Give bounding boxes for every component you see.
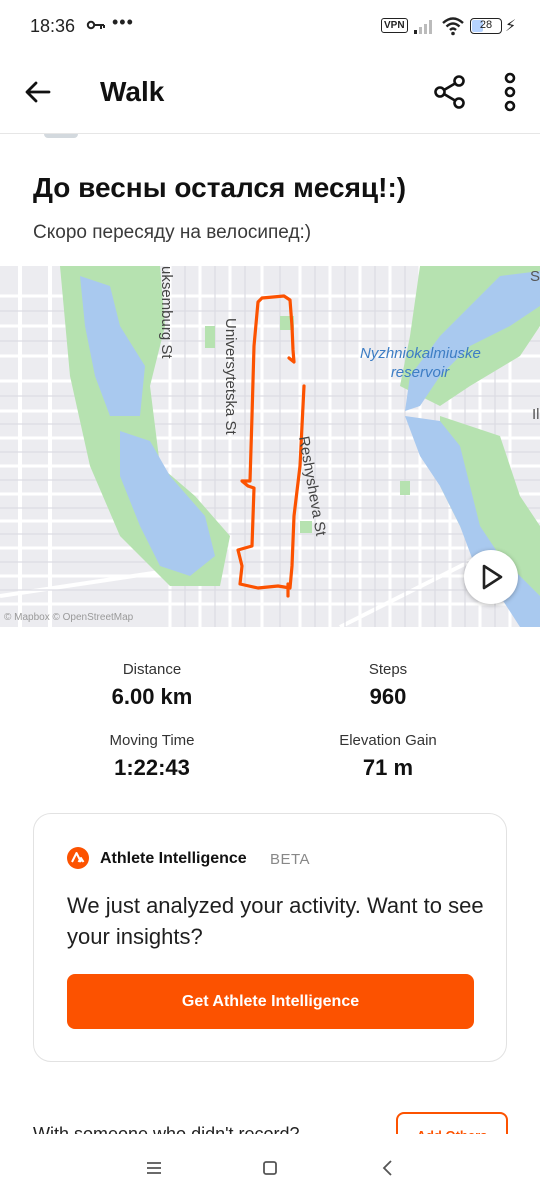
wifi-icon	[442, 17, 464, 36]
map-attribution[interactable]: © Mapbox © OpenStreetMap	[4, 612, 133, 623]
home-square-icon[interactable]	[260, 1158, 280, 1178]
back-chevron-icon[interactable]	[378, 1158, 398, 1178]
map-label-edge-1: S	[530, 268, 540, 285]
route-map[interactable]: uksemburg St Universytetska St Reshyshev…	[0, 266, 540, 627]
stat-value: 6.00 km	[111, 684, 193, 709]
stat-moving-time: Moving Time 1:22:43	[42, 732, 262, 781]
beta-badge: BETA	[270, 851, 311, 868]
menu-icon[interactable]	[144, 1158, 164, 1178]
vpn-badge: VPN	[381, 18, 408, 33]
ai-card-title: Athlete Intelligence	[100, 850, 247, 867]
stat-label: Elevation Gain	[339, 732, 437, 749]
stat-label: Steps	[368, 661, 408, 678]
map-label-reservoir: Nyzhniokalmiuske reservoir	[360, 345, 481, 381]
map-canvas	[0, 266, 540, 627]
stat-value: 71 m	[362, 755, 414, 780]
map-label-edge-2: Il	[532, 406, 540, 423]
stat-steps: Steps 960	[278, 661, 498, 710]
avatar[interactable]	[44, 134, 78, 138]
ai-card-message: We just analyzed your activity. Want to …	[67, 893, 484, 949]
signal-icon	[414, 20, 432, 34]
add-others-row: With someone who didn't record? Add Othe…	[0, 1112, 540, 1134]
strava-logo-icon	[67, 847, 89, 869]
add-others-button[interactable]: Add Others	[396, 1112, 508, 1134]
activity-title: До весны остался месяц!:)	[33, 172, 407, 203]
status-more-dots: •••	[112, 12, 134, 32]
stat-label: Moving Time	[109, 732, 195, 749]
get-athlete-intelligence-button[interactable]: Get Athlete Intelligence	[67, 974, 474, 1029]
key-icon	[86, 20, 105, 30]
battery-level: 28	[479, 19, 493, 31]
stat-value: 960	[369, 684, 407, 709]
play-icon	[482, 564, 503, 590]
battery-icon: 28	[470, 18, 502, 34]
athlete-intelligence-card: Athlete Intelligence BETA We just analyz…	[33, 813, 507, 1062]
stat-label: Distance	[122, 661, 182, 678]
more-vert-icon[interactable]	[498, 72, 522, 112]
app-bar: Walk	[0, 54, 540, 134]
status-time: 18:36	[30, 16, 76, 36]
share-icon[interactable]	[432, 74, 468, 110]
charging-icon: ⚡	[505, 18, 517, 35]
page-title: Walk	[100, 76, 165, 107]
play-flyover-button[interactable]	[464, 550, 518, 604]
map-label-street-2: Universytetska St	[222, 318, 239, 435]
stat-distance: Distance 6.00 km	[42, 661, 262, 710]
back-arrow-icon[interactable]	[22, 76, 54, 108]
map-label-street-1: uksemburg St	[158, 266, 175, 359]
activity-description: Скоро пересяду на велосипед:)	[33, 222, 312, 243]
stat-value: 1:22:43	[114, 755, 190, 780]
add-others-question: With someone who didn't record?	[33, 1124, 300, 1134]
stat-elevation-gain: Elevation Gain 71 m	[278, 732, 498, 781]
system-nav-bar	[0, 1134, 540, 1200]
status-bar: 18:36 ••• VPN 28 ⚡	[0, 0, 540, 54]
